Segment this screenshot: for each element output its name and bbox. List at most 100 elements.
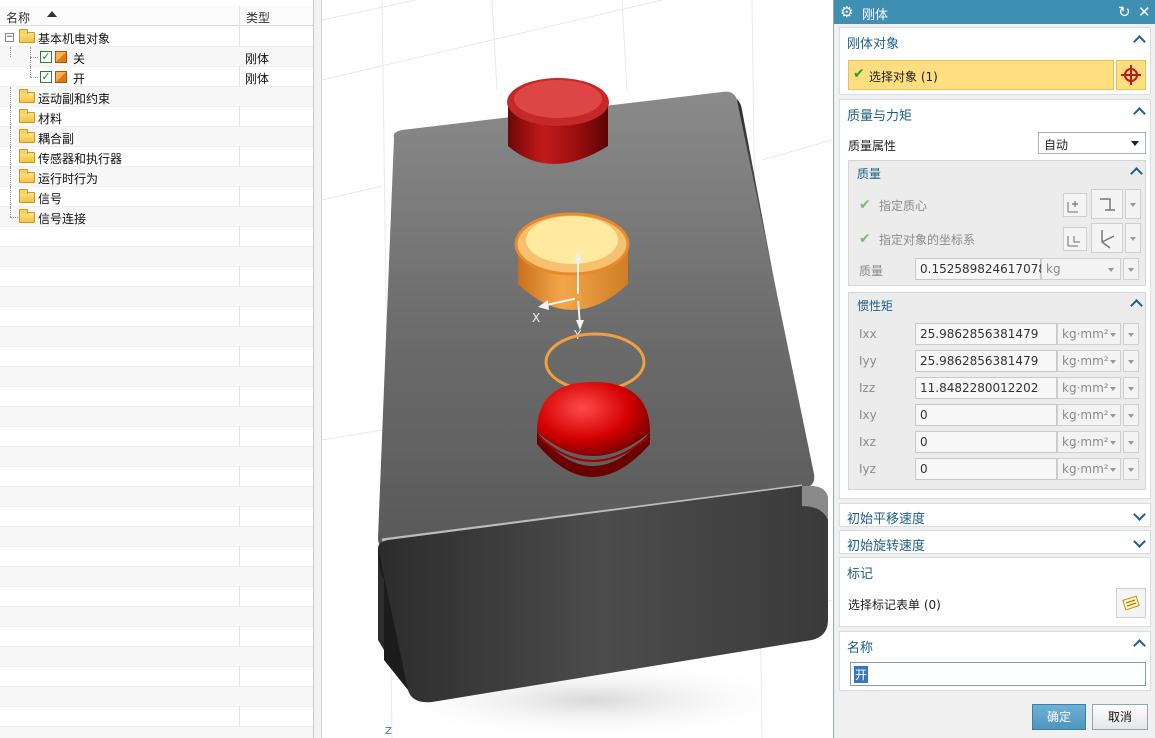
view-axis-z-label: Z xyxy=(385,726,392,737)
csys-options-dropdown[interactable] xyxy=(1125,223,1141,253)
inertia-unit-dropdown[interactable]: kg·mm² xyxy=(1057,431,1121,453)
cancel-button[interactable]: 取消 xyxy=(1092,704,1148,730)
collapse-toggle-icon[interactable]: − xyxy=(5,33,14,42)
inertia-value-field[interactable]: 25.9862856381479 xyxy=(915,350,1057,372)
selected-orange-cylinder[interactable] xyxy=(514,212,630,310)
empty-row xyxy=(0,647,313,667)
tree-node-sensors-actuators[interactable]: 传感器和执行器 xyxy=(0,147,313,167)
chevron-down-icon xyxy=(1130,203,1136,207)
mass-property-dropdown[interactable]: 自动 xyxy=(1038,132,1146,154)
collapse-chevron-icon[interactable] xyxy=(1131,166,1141,176)
inertia-value-field[interactable]: 0 xyxy=(915,431,1057,453)
select-object-field[interactable]: ✔ 选择对象 (1) xyxy=(848,60,1114,90)
mass-unit: kg xyxy=(1046,262,1061,276)
expand-chevron-icon[interactable] xyxy=(1134,511,1144,521)
inertia-unit-dropdown[interactable]: kg·mm² xyxy=(1057,458,1121,480)
panel-splitter[interactable] xyxy=(314,0,322,738)
inferred-csys-button[interactable] xyxy=(1091,223,1123,253)
column-header-name[interactable]: 名称 xyxy=(6,9,30,26)
inertia-value-field[interactable]: 25.9862856381479 xyxy=(915,323,1057,345)
tree-node-signals[interactable]: 信号 xyxy=(0,187,313,207)
subgroup-title[interactable]: 质量 xyxy=(857,165,881,182)
tree-node-rigid-body-open[interactable]: ✓ 开 刚体 xyxy=(0,67,313,87)
group-initial-translational-velocity[interactable]: 初始平移速度 xyxy=(839,503,1151,527)
inertia-unit-dropdown[interactable]: kg·mm² xyxy=(1057,350,1121,372)
point-options-dropdown[interactable] xyxy=(1125,189,1141,219)
visibility-checkbox[interactable]: ✓ xyxy=(40,51,52,63)
viewport-canvas[interactable]: Z X Y Z xyxy=(322,0,832,738)
empty-row xyxy=(0,527,313,547)
collapse-chevron-icon[interactable] xyxy=(1131,298,1141,308)
name-value: 开 xyxy=(854,666,869,683)
empty-row xyxy=(0,247,313,267)
chevron-down-icon xyxy=(1128,360,1134,364)
inertia-options-dropdown[interactable] xyxy=(1123,431,1139,453)
collapse-chevron-icon[interactable] xyxy=(1134,106,1144,116)
group-title[interactable]: 名称 xyxy=(847,637,873,656)
tree-node-materials[interactable]: 材料 xyxy=(0,107,313,127)
inertia-value-field[interactable]: 0 xyxy=(915,458,1057,480)
inertia-row-iyz: Iyz 0 kg·mm² xyxy=(849,458,1145,485)
tree-node-joints-constraints[interactable]: 运动副和约束 xyxy=(0,87,313,107)
dialog-titlebar[interactable]: ⚙ 刚体 ↻ ✕ xyxy=(834,0,1155,24)
tree-node-runtime-behavior[interactable]: 运行时行为 xyxy=(0,167,313,187)
inferred-point-button[interactable] xyxy=(1091,189,1123,219)
tree-node-couplers[interactable]: 耦合副 xyxy=(0,127,313,147)
navigator-header: 名称 类型 xyxy=(0,6,313,26)
inertia-unit-dropdown[interactable]: kg·mm² xyxy=(1057,377,1121,399)
mass-value-field[interactable]: 0.152589824617078 xyxy=(915,258,1046,280)
group-title[interactable]: 质量与力矩 xyxy=(847,105,912,124)
chevron-down-icon xyxy=(1128,468,1134,472)
inertia-options-dropdown[interactable] xyxy=(1123,350,1139,372)
group-title: 初始旋转速度 xyxy=(847,539,926,554)
inertia-options-dropdown[interactable] xyxy=(1123,323,1139,345)
expand-chevron-icon[interactable] xyxy=(1134,538,1144,548)
name-input[interactable]: 开 xyxy=(850,662,1146,686)
tree-node-type: 刚体 xyxy=(245,52,270,66)
inertia-value-field[interactable]: 0 xyxy=(915,404,1057,426)
gear-icon[interactable]: ⚙ xyxy=(840,2,853,22)
tree-node-rigid-body-close[interactable]: ✓ 关 刚体 xyxy=(0,47,313,67)
mass-unit-dropdown[interactable]: kg xyxy=(1041,258,1121,280)
group-initial-rotational-velocity[interactable]: 初始旋转速度 xyxy=(839,530,1151,554)
close-icon[interactable]: ✕ xyxy=(1138,2,1151,22)
tree-node-label: 运动副和约束 xyxy=(38,92,111,106)
inertia-options-dropdown[interactable] xyxy=(1123,458,1139,480)
tree-node-basic-mechatronics[interactable]: − 基本机电对象 xyxy=(0,27,313,47)
inertia-row-ixy: Ixy 0 kg·mm² xyxy=(849,404,1145,431)
folder-icon xyxy=(19,169,35,183)
graphics-viewport[interactable]: Z X Y Z xyxy=(322,0,832,738)
empty-row xyxy=(0,307,313,327)
mass-value: 0.152589824617078 xyxy=(920,262,1046,276)
inertia-options-dropdown[interactable] xyxy=(1123,404,1139,426)
subgroup-title[interactable]: 惯性矩 xyxy=(857,297,893,314)
tree-node-label: 信号连接 xyxy=(38,212,87,226)
marker-form-button[interactable] xyxy=(1116,588,1146,618)
empty-row xyxy=(0,607,313,627)
inertia-value-field[interactable]: 11.8482280012202 xyxy=(915,377,1057,399)
group-title[interactable]: 标记 xyxy=(847,563,873,582)
box-top-face[interactable] xyxy=(378,91,815,549)
sort-ascending-icon[interactable] xyxy=(47,11,57,17)
inertia-options-dropdown[interactable] xyxy=(1123,377,1139,399)
inferred-csys-icon xyxy=(1101,230,1115,249)
crosshair-select-button[interactable] xyxy=(1116,60,1146,90)
reset-icon[interactable]: ↻ xyxy=(1118,2,1131,22)
visibility-checkbox[interactable]: ✓ xyxy=(40,71,52,83)
inertia-unit-dropdown[interactable]: kg·mm² xyxy=(1057,323,1121,345)
csys-dialog-button[interactable] xyxy=(1063,227,1087,251)
tree-connector xyxy=(10,167,11,187)
empty-row xyxy=(0,587,313,607)
collapse-chevron-icon[interactable] xyxy=(1134,638,1144,648)
inertia-unit-dropdown[interactable]: kg·mm² xyxy=(1057,404,1121,426)
collapse-chevron-icon[interactable] xyxy=(1134,34,1144,44)
tree-node-signal-connections[interactable]: 信号连接 xyxy=(0,207,313,227)
group-title[interactable]: 刚体对象 xyxy=(847,33,899,52)
point-dialog-button[interactable] xyxy=(1063,193,1087,217)
ok-button[interactable]: 确定 xyxy=(1032,704,1086,730)
red-cylinder-button[interactable] xyxy=(507,78,609,164)
chevron-down-icon xyxy=(1128,268,1134,272)
rigid-body-dialog: ⚙ 刚体 ↻ ✕ 刚体对象 ✔ 选择对象 (1) 质量与力矩 质量属性 自动 质… xyxy=(833,0,1155,738)
column-header-type[interactable]: 类型 xyxy=(246,9,270,26)
mass-options-dropdown[interactable] xyxy=(1123,258,1139,280)
